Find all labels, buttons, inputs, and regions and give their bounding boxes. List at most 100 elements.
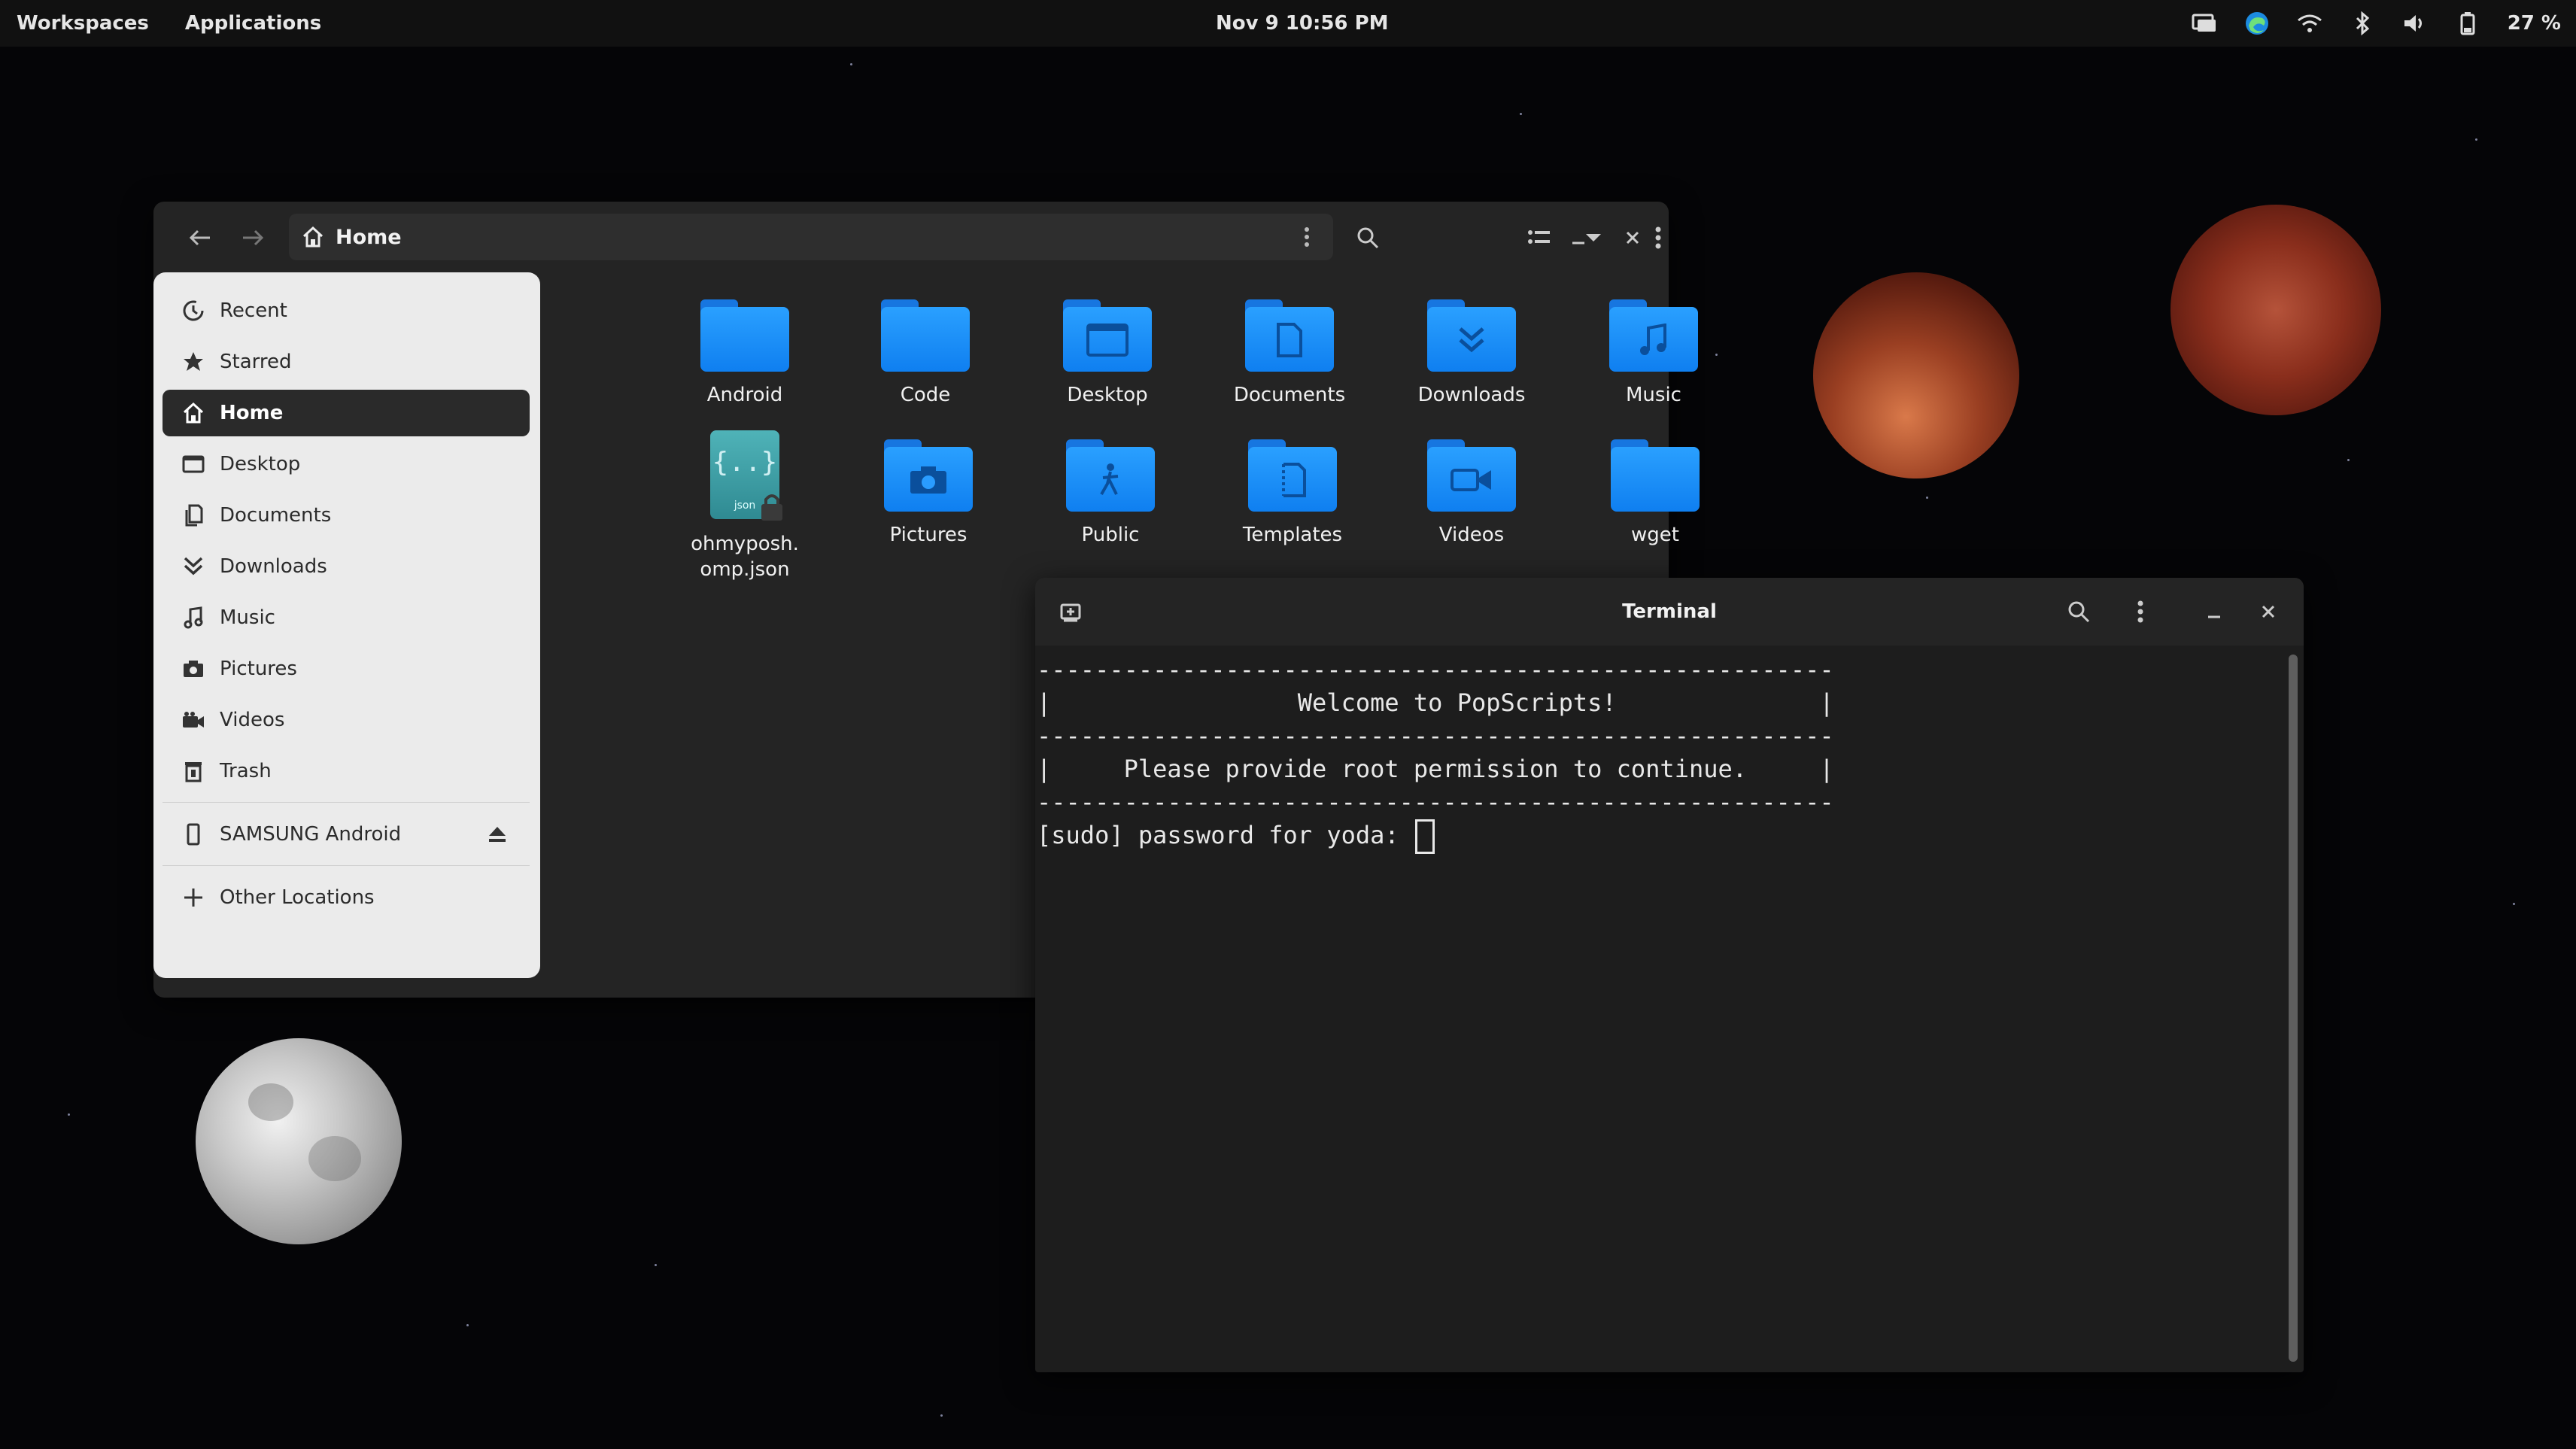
path-bar[interactable]: Home: [289, 214, 1333, 260]
sidebar-item-label: Pictures: [220, 658, 297, 680]
sidebar-item-other-locations[interactable]: Other Locations: [163, 874, 530, 921]
public-folder-icon: [1066, 439, 1155, 512]
camera-icon: [181, 656, 206, 682]
white-moon-image: [196, 1038, 402, 1244]
search-icon[interactable]: [2060, 593, 2098, 630]
sidebar-item-starred[interactable]: Starred: [163, 339, 530, 385]
sidebar-item-videos[interactable]: Videos: [163, 697, 530, 743]
clock[interactable]: Nov 9 10:56 PM: [1216, 12, 1389, 35]
folder-pictures[interactable]: Pictures: [846, 438, 1011, 588]
terminal-prompt-line: [sudo] password for yoda:: [1037, 819, 1435, 854]
close-icon[interactable]: [1615, 220, 1651, 256]
folder-templates[interactable]: Templates: [1210, 438, 1375, 588]
folder-desktop[interactable]: Desktop: [1025, 298, 1190, 448]
files-header-bar: Home: [153, 202, 1669, 271]
lock-icon: [761, 494, 782, 521]
sidebar-item-pictures[interactable]: Pictures: [163, 646, 530, 692]
minimize-icon[interactable]: [1560, 220, 1596, 256]
sidebar-item-label: Downloads: [220, 555, 327, 578]
sidebar-item-label: Other Locations: [220, 886, 375, 909]
terminal-cursor[interactable]: [1414, 819, 1435, 854]
sidebar-item-documents[interactable]: Documents: [163, 492, 530, 539]
folder-icon: [1611, 439, 1700, 512]
downloads-folder-icon: [1427, 299, 1516, 372]
list-view-icon[interactable]: [1521, 220, 1557, 256]
folder-wget[interactable]: wget: [1572, 438, 1738, 588]
path-menu-icon[interactable]: [1294, 224, 1320, 250]
sidebar-item-samsung-android[interactable]: SAMSUNG Android: [163, 811, 530, 858]
sidebar-item-desktop[interactable]: Desktop: [163, 441, 530, 488]
plus-icon: [181, 885, 206, 910]
scrollbar-thumb[interactable]: [2289, 655, 2298, 1362]
terminal-menu-icon[interactable]: [2122, 593, 2159, 630]
home-icon: [301, 225, 325, 249]
sidebar-item-downloads[interactable]: Downloads: [163, 543, 530, 590]
sidebar-item-label: Recent: [220, 299, 287, 322]
terminal-header-bar: Terminal: [1035, 578, 2304, 646]
terminal-line: | Please provide root permission to cont…: [1037, 755, 1834, 783]
star-icon: [181, 349, 206, 375]
file-name-line-1: ohmyposh.: [691, 533, 799, 555]
workspaces-button[interactable]: Workspaces: [17, 12, 149, 35]
folder-music[interactable]: Music: [1571, 298, 1736, 448]
battery-percentage[interactable]: 27 %: [2508, 12, 2561, 35]
json-file-icon: {..} json: [710, 430, 782, 521]
search-icon[interactable]: [1350, 220, 1386, 256]
sidebar-item-label: Desktop: [220, 453, 301, 475]
edge-browser-icon[interactable]: [2244, 11, 2270, 36]
terminal-line: | Welcome to PopScripts! |: [1037, 688, 1834, 717]
sidebar-item-label: Music: [220, 606, 275, 629]
sidebar-item-home[interactable]: Home: [163, 390, 530, 436]
terminal-scrollbar[interactable]: [2289, 655, 2298, 1362]
music-folder-icon: [1609, 299, 1698, 372]
pictures-folder-icon: [884, 439, 973, 512]
folder-videos[interactable]: Videos: [1389, 438, 1554, 588]
sidebar-item-label: Home: [220, 402, 284, 424]
eject-icon[interactable]: [485, 822, 510, 847]
forward-button[interactable]: [235, 220, 271, 256]
sidebar-divider: [163, 865, 530, 866]
sidebar-item-trash[interactable]: Trash: [163, 748, 530, 794]
battery-icon[interactable]: [2455, 11, 2480, 36]
sidebar-item-label: Videos: [220, 709, 285, 731]
video-camera-icon: [181, 707, 206, 733]
sidebar-item-label: Starred: [220, 351, 292, 373]
folder-downloads[interactable]: Downloads: [1389, 298, 1554, 448]
desktop-icon: [181, 451, 206, 477]
applications-button[interactable]: Applications: [185, 12, 321, 35]
trash-icon: [181, 758, 206, 784]
close-icon[interactable]: [2249, 593, 2287, 630]
terminal-title: Terminal: [1622, 600, 1717, 623]
wifi-icon[interactable]: [2297, 11, 2322, 36]
folder-android[interactable]: Android: [662, 298, 828, 448]
path-label[interactable]: Home: [336, 226, 402, 249]
terminal-output[interactable]: ----------------------------------------…: [1037, 653, 2271, 1360]
back-button[interactable]: [182, 220, 218, 256]
folder-icon: [881, 299, 970, 372]
volume-icon[interactable]: [2402, 11, 2428, 36]
terminal-line: ----------------------------------------…: [1037, 655, 1834, 684]
minimize-icon[interactable]: [2195, 593, 2233, 630]
desktop-folder-icon: [1063, 299, 1152, 372]
red-moon-image: [1813, 272, 2019, 478]
phone-icon: [181, 822, 206, 847]
sidebar-item-music[interactable]: Music: [163, 594, 530, 641]
folder-public[interactable]: Public: [1028, 438, 1193, 588]
file-ohmyposh-omp-json[interactable]: {..} json ohmyposh. omp.json: [662, 430, 828, 588]
folder-code[interactable]: Code: [843, 298, 1008, 448]
sidebar-item-recent[interactable]: Recent: [163, 287, 530, 334]
terminal-line: ----------------------------------------…: [1037, 788, 1834, 816]
screen-share-icon[interactable]: [2192, 11, 2217, 36]
red-moon-image-2: [2170, 205, 2381, 415]
file-name-line-2: omp.json: [700, 558, 790, 581]
terminal-line: ----------------------------------------…: [1037, 721, 1834, 750]
terminal-window: Terminal -------------------------------…: [1035, 578, 2304, 1372]
bluetooth-icon[interactable]: [2350, 11, 2375, 36]
home-icon: [181, 400, 206, 426]
sidebar-item-label: Trash: [220, 760, 272, 782]
documents-folder-icon: [1245, 299, 1334, 372]
sidebar-divider: [163, 802, 530, 803]
files-sidebar: Recent Starred Home Desktop Documents Do…: [153, 272, 540, 978]
sidebar-item-label: SAMSUNG Android: [220, 823, 402, 846]
folder-documents[interactable]: Documents: [1207, 298, 1372, 448]
